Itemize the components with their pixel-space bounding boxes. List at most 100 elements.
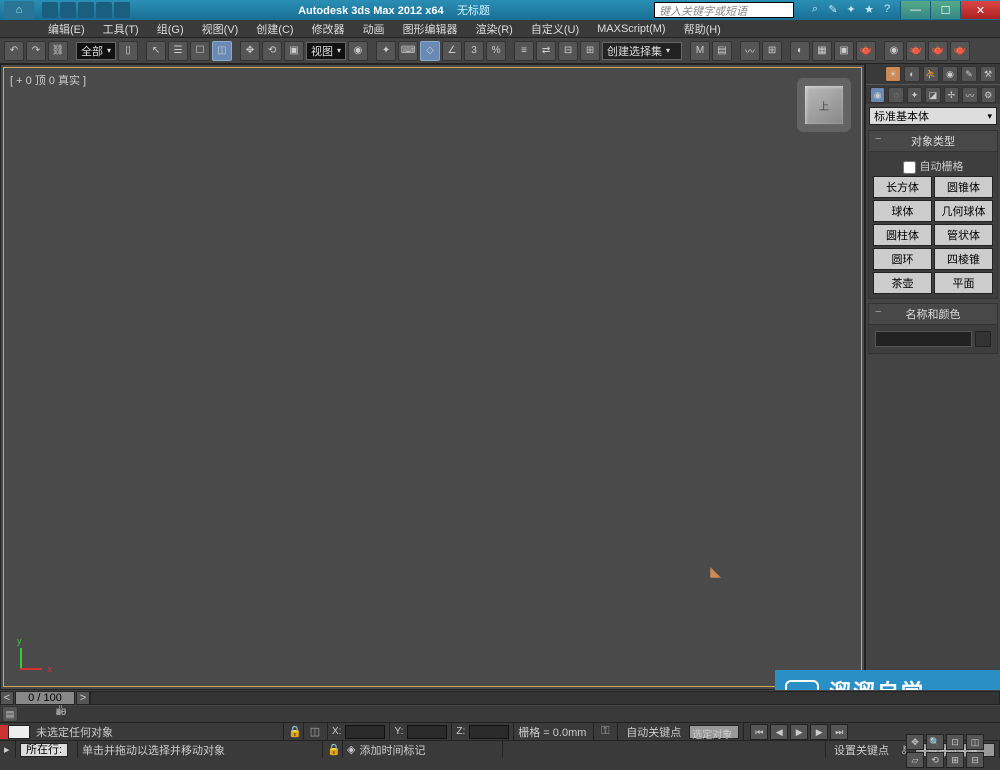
ref-coord-dropdown[interactable]: 视图 [306,42,346,60]
snap-toggle-icon[interactable]: ◇ [420,41,440,61]
goto-end-icon[interactable]: ⏭ [830,724,848,740]
rollout-header[interactable]: 对象类型 [869,131,997,152]
trackbar-white-marker[interactable] [8,725,30,739]
menu-edit[interactable]: 编辑(E) [40,20,93,38]
edit-named-sel-icon[interactable]: ≡ [514,41,534,61]
object-color-swatch[interactable] [975,331,991,347]
menu-customize[interactable]: 自定义(U) [523,20,587,38]
obj-geosphere-button[interactable]: 几何球体 [934,200,993,222]
menu-graph[interactable]: 图形编辑器 [395,20,466,38]
menu-maxscript[interactable]: MAXScript(M) [589,22,673,36]
setkey-button[interactable]: 设置关键点 [830,742,893,758]
key-icon[interactable]: ⚿ [598,725,612,739]
obj-torus-button[interactable]: 圆环 [873,248,932,270]
viewport-label[interactable]: [ + 0 顶 0 真实 ] [10,72,86,88]
menu-views[interactable]: 视图(V) [194,20,247,38]
category-dropdown[interactable]: 标准基本体 [869,107,997,125]
fov-icon[interactable]: ▱ [906,752,924,768]
cameras-icon[interactable]: ◪ [925,87,940,103]
select-region-icon[interactable]: ☐ [190,41,210,61]
sun-icon[interactable]: ☀ [885,66,901,82]
abs-rel-icon[interactable]: ◫ [308,725,322,739]
zoom-extents-icon[interactable]: ◫ [966,734,984,750]
obj-cylinder-button[interactable]: 圆柱体 [873,224,932,246]
systems-icon[interactable]: ⚙ [981,87,996,103]
redo-icon[interactable]: ↷ [26,41,46,61]
x-input[interactable] [345,725,385,739]
slider-right-button[interactable]: > [76,691,90,705]
wrench-icon[interactable]: ✎ [961,66,977,82]
manipulate-icon[interactable]: ✦ [376,41,396,61]
curve-editor-icon[interactable]: 〰 [740,41,760,61]
menu-create[interactable]: 创建(C) [248,20,301,38]
viewcube-face[interactable]: 上 [803,84,845,126]
viewport[interactable]: [ + 0 顶 0 真实 ] 上 ◣ [3,67,862,687]
lights-icon[interactable]: ✦ [907,87,922,103]
script-lock-icon[interactable]: 🔒 [327,743,341,757]
rollout-header[interactable]: 名称和颜色 [869,304,997,325]
help-search-input[interactable]: 键入关键字或短语 [654,2,794,18]
link-icon[interactable]: ⛓ [48,41,68,61]
time-slider-track[interactable] [90,691,1000,705]
render-iter-icon[interactable]: 🫖 [906,41,926,61]
selection-filter-dropdown[interactable]: 全部 [76,42,116,60]
slider-left-button[interactable]: < [0,691,14,705]
mirror-icon[interactable]: ⇄ [536,41,556,61]
autogrid-checkbox[interactable] [903,161,916,174]
prev-frame-icon[interactable]: ◀ [770,724,788,740]
obj-tube-button[interactable]: 管状体 [934,224,993,246]
infocenter-icon[interactable]: ⌕ [808,3,822,17]
pivot-icon[interactable]: ◉ [348,41,368,61]
qat-icon[interactable] [78,2,94,18]
qat-icon[interactable] [114,2,130,18]
play-icon[interactable]: ▶ [790,724,808,740]
select-icon[interactable]: ▯ [118,41,138,61]
geometry-icon[interactable]: ◉ [870,87,885,103]
render-setup-icon[interactable]: ▦ [812,41,832,61]
obj-box-button[interactable]: 长方体 [873,176,932,198]
menu-tools[interactable]: 工具(T) [95,20,147,38]
object-name-input[interactable] [875,331,972,347]
max-toggle-icon[interactable]: ⊞ [946,752,964,768]
menu-rendering[interactable]: 渲染(R) [468,20,521,38]
render-icon[interactable]: 🫖 [856,41,876,61]
percent-snap-icon[interactable]: 3 [464,41,484,61]
row-label-button[interactable]: 所在行: [20,743,68,757]
array-icon[interactable]: ⊞ [580,41,600,61]
render-frame-icon[interactable]: ▣ [834,41,854,61]
pan-icon[interactable]: ✥ [906,734,924,750]
move-icon[interactable]: ✥ [240,41,260,61]
obj-plane-button[interactable]: 平面 [934,272,993,294]
spinner-snap-icon[interactable]: % [486,41,506,61]
viewcube[interactable]: 上 [795,76,853,134]
select-object-icon[interactable]: ↖ [146,41,166,61]
align-icon[interactable]: ⊟ [558,41,578,61]
material-editor-icon[interactable]: ◐ [790,41,810,61]
light-icon[interactable]: ◐ [904,66,920,82]
trackbar-toggle-icon[interactable]: ▤ [2,706,18,722]
next-frame-icon[interactable]: ▶ [810,724,828,740]
scale-icon[interactable]: ▣ [284,41,304,61]
maximize-button[interactable]: ☐ [930,1,960,19]
render-prod-icon[interactable]: ◉ [884,41,904,61]
named-selection-dropdown[interactable]: 创建选择集 [602,42,682,60]
spacewarps-icon[interactable]: 〰 [962,87,977,103]
trackbar-marker[interactable] [0,725,8,739]
zoom-all-icon[interactable]: ⊡ [946,734,964,750]
z-input[interactable] [469,725,509,739]
help-icon[interactable]: ? [880,3,894,17]
add-time-tag[interactable]: ◈添加时间标记 [343,741,503,758]
qat-icon[interactable] [42,2,58,18]
menu-modifiers[interactable]: 修改器 [304,20,353,38]
rotate-icon[interactable]: ⟲ [262,41,282,61]
helpers-icon[interactable]: ✢ [944,87,959,103]
render-active-icon[interactable]: 🫖 [928,41,948,61]
time-slider-thumb[interactable]: 0 / 100 [15,691,75,705]
min-toggle-icon[interactable]: ⊟ [966,752,984,768]
expand-icon[interactable]: ▸ [4,743,10,756]
key-filter-dropdown[interactable]: 选定对象 [689,725,739,739]
menu-animation[interactable]: 动画 [355,20,393,38]
orbit-icon[interactable]: ⟲ [926,752,944,768]
lock-icon[interactable]: 🔒 [288,725,302,739]
globe-icon[interactable]: ◉ [942,66,958,82]
